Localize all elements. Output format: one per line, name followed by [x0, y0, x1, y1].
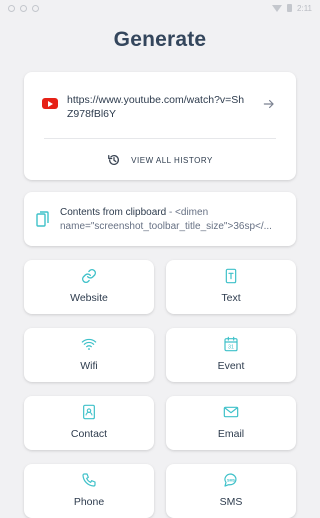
page-title: Generate: [113, 28, 207, 51]
phone-icon: [82, 473, 96, 487]
text-button[interactable]: Text: [166, 260, 296, 314]
contact-card-icon: [83, 404, 95, 420]
svg-text:31: 31: [228, 345, 234, 351]
battery-icon: [287, 4, 293, 12]
status-icons-right: 2:11: [272, 4, 312, 13]
wifi-label: Wifi: [80, 360, 98, 372]
arrow-right-icon[interactable]: [262, 97, 276, 111]
status-time: 2:11: [297, 3, 312, 13]
sms-icon: SMS: [224, 473, 237, 487]
clipboard-text: Contents from clipboard - <dimen name="s…: [60, 206, 288, 234]
envelope-icon: [223, 406, 239, 418]
website-label: Website: [70, 292, 108, 304]
sync-status-icon: [32, 4, 39, 12]
event-button[interactable]: 31 Event: [166, 328, 296, 382]
copy-icon: [36, 211, 49, 227]
status-icons-left: [8, 4, 39, 12]
contact-label: Contact: [70, 428, 108, 440]
clipboard-label: Contents from clipboard: [60, 207, 167, 218]
history-icon: [108, 154, 120, 166]
wifi-icon: [81, 338, 97, 350]
wifi-status-icon: [272, 4, 283, 12]
phone-button[interactable]: Phone: [24, 464, 154, 518]
email-label: Email: [217, 428, 245, 440]
wifi-button[interactable]: Wifi: [24, 328, 154, 382]
view-all-history-label: VIEW ALL HISTORY: [131, 155, 213, 165]
status-bar: 2:11: [0, 0, 320, 16]
text-document-icon: [225, 268, 237, 284]
sms-label: SMS: [219, 496, 243, 508]
divider: [44, 138, 276, 139]
website-button[interactable]: Website: [24, 260, 154, 314]
contact-button[interactable]: Contact: [24, 396, 154, 450]
phone-label: Phone: [73, 496, 105, 508]
clipboard-card[interactable]: Contents from clipboard - <dimen name="s…: [24, 192, 296, 246]
link-icon: [82, 269, 96, 283]
history-url[interactable]: https://www.youtube.com/watch?v=ShZ978fB…: [67, 93, 247, 121]
notification-icon: [8, 4, 15, 12]
svg-text:SMS: SMS: [227, 478, 235, 482]
event-label: Event: [217, 360, 245, 372]
view-all-history-button[interactable]: VIEW ALL HISTORY: [24, 148, 296, 172]
history-card: https://www.youtube.com/watch?v=ShZ978fB…: [24, 72, 296, 180]
text-label: Text: [221, 292, 241, 304]
settings-status-icon: [20, 4, 27, 12]
email-button[interactable]: Email: [166, 396, 296, 450]
calendar-icon: 31: [224, 336, 238, 352]
sms-button[interactable]: SMS SMS: [166, 464, 296, 518]
youtube-icon: [42, 98, 58, 109]
